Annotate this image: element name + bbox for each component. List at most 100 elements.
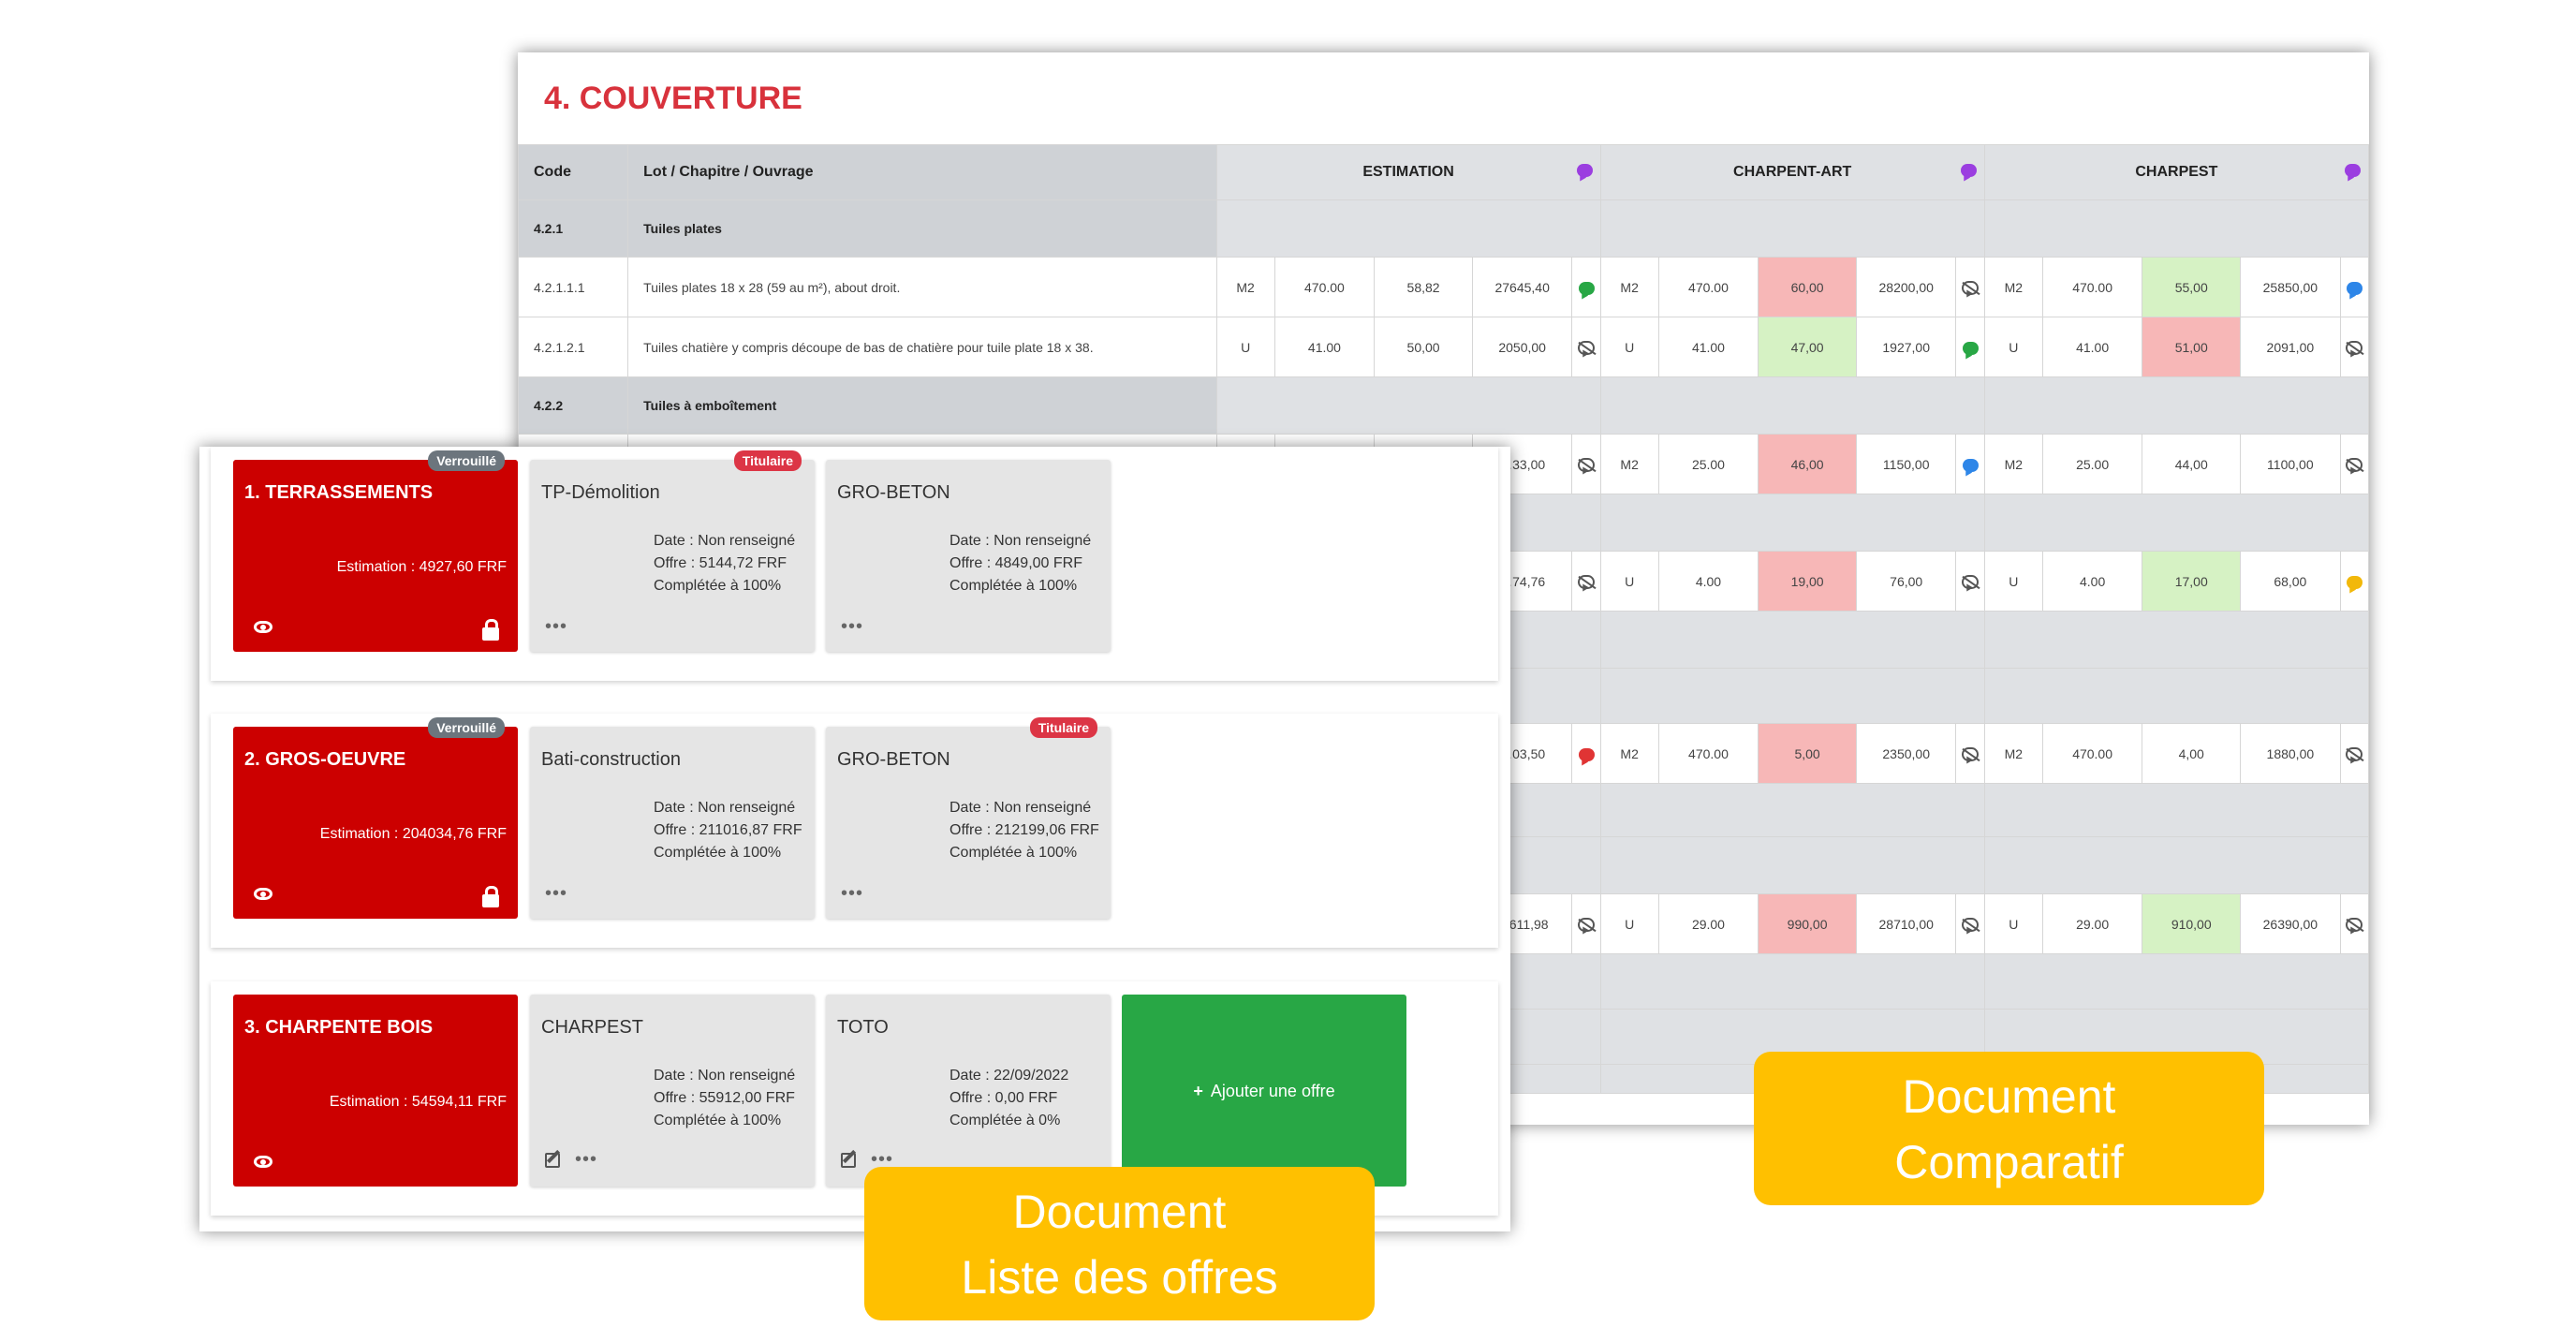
qty-cell: 470.00 <box>1273 257 1376 317</box>
table-row: 4.2.1.2.1 Tuiles chatière y compris décou… <box>518 317 2369 377</box>
price-cell: 44,00 <box>2142 434 2242 494</box>
offer-completion: Complétée à 100% <box>949 578 1078 594</box>
no-comment-icon[interactable] <box>1578 457 1595 472</box>
col-header-company: ESTIMATION <box>1215 144 1601 200</box>
lot-card[interactable]: 3. CHARPENTE BOIS Estimation : 54594,11 F… <box>233 995 518 1187</box>
offer-date: Date : Non renseigné <box>654 533 796 549</box>
edit-icon[interactable] <box>545 1153 560 1168</box>
no-comment-icon[interactable] <box>2346 457 2363 472</box>
more-options-icon[interactable]: ••• <box>841 884 863 903</box>
locked-badge: Verrouillé <box>428 450 505 471</box>
qty-cell: 470.00 <box>2041 257 2143 317</box>
price-cell: 55,00 <box>2142 257 2242 317</box>
comment-icon[interactable] <box>1578 747 1595 761</box>
comment-cell[interactable] <box>1571 893 1601 954</box>
no-comment-icon[interactable] <box>1578 917 1595 932</box>
comment-icon[interactable] <box>2345 164 2361 177</box>
comment-cell[interactable] <box>1955 551 1985 612</box>
lock-icon[interactable] <box>482 619 499 641</box>
offer-completion: Complétée à 0% <box>949 1113 1061 1128</box>
comment-cell[interactable] <box>2339 257 2369 317</box>
comment-cell[interactable] <box>2339 317 2369 377</box>
eye-icon[interactable] <box>254 621 272 633</box>
unit-cell: U <box>1983 893 2043 954</box>
unit-cell: U <box>1599 317 1659 377</box>
eye-icon[interactable] <box>254 1156 272 1168</box>
no-comment-icon[interactable] <box>1962 574 1980 589</box>
offer-amount: Offre : 0,00 FRF <box>949 1090 1058 1106</box>
no-comment-icon[interactable] <box>2346 746 2363 761</box>
comment-icon[interactable] <box>2346 281 2363 295</box>
comment-cell[interactable] <box>1955 434 1985 494</box>
no-comment-icon[interactable] <box>1578 340 1595 355</box>
qty-cell: 4.00 <box>2041 551 2143 612</box>
no-comment-icon[interactable] <box>1962 917 1980 932</box>
comment-cell[interactable] <box>1571 551 1601 612</box>
offer-company-name: TOTO <box>837 1017 889 1038</box>
comment-cell[interactable] <box>1955 257 1985 317</box>
unit-cell: M2 <box>1599 434 1659 494</box>
page-title: 4. COUVERTURE <box>544 81 802 116</box>
comment-cell[interactable] <box>1571 723 1601 784</box>
lot-name: 1. TERRASSEMENTS <box>244 482 434 503</box>
no-comment-icon[interactable] <box>1962 746 1980 761</box>
comment-cell[interactable] <box>2339 551 2369 612</box>
more-options-icon[interactable]: ••• <box>841 617 863 636</box>
comment-cell[interactable] <box>1955 723 1985 784</box>
total-cell: 25850,00 <box>2240 257 2341 317</box>
offer-card[interactable]: CHARPEST Date : Non renseigné Offre : 5591… <box>530 995 815 1187</box>
price-cell: 17,00 <box>2142 551 2242 612</box>
comment-cell[interactable] <box>1571 257 1601 317</box>
group-filler <box>1983 836 2369 894</box>
unit-cell: U <box>1599 893 1659 954</box>
item-label: Tuiles chatière y compris découpe de bas… <box>627 317 1217 377</box>
price-cell: 4,00 <box>2142 723 2242 784</box>
more-options-icon[interactable]: ••• <box>545 884 567 903</box>
group-filler <box>1599 611 1985 669</box>
comment-icon[interactable] <box>1578 281 1595 295</box>
comment-icon[interactable] <box>2346 575 2363 589</box>
callout-liste-offres: Document Liste des offres <box>864 1167 1375 1320</box>
comment-cell[interactable] <box>1571 317 1601 377</box>
lock-icon[interactable] <box>482 886 499 907</box>
comment-cell[interactable] <box>2339 893 2369 954</box>
eye-icon[interactable] <box>254 888 272 900</box>
more-options-icon[interactable]: ••• <box>545 617 567 636</box>
no-comment-icon[interactable] <box>2346 917 2363 932</box>
add-offer-button[interactable]: + Ajouter une offre <box>1122 995 1406 1187</box>
lot-card[interactable]: 1. TERRASSEMENTS Estimation : 4927,60 FRF… <box>233 450 518 652</box>
callout-line: Document <box>1012 1186 1227 1238</box>
no-comment-icon[interactable] <box>1578 574 1595 589</box>
offer-card[interactable]: TP-Démolition Date : Non renseigné Offre :… <box>530 450 815 652</box>
price-cell: 51,00 <box>2142 317 2242 377</box>
comment-cell[interactable] <box>1955 317 1985 377</box>
offer-card[interactable]: GRO-BETON Date : Non renseigné Offre : 484… <box>826 460 1111 652</box>
comment-cell[interactable] <box>1571 434 1601 494</box>
edit-icon[interactable] <box>841 1153 856 1168</box>
offer-card[interactable]: GRO-BETON Date : Non renseigné Offre : 212… <box>826 717 1111 919</box>
more-options-icon[interactable]: ••• <box>871 1150 893 1169</box>
more-options-icon[interactable]: ••• <box>575 1150 597 1169</box>
no-comment-icon[interactable] <box>1962 280 1980 295</box>
qty-cell: 25.00 <box>1657 434 1759 494</box>
comment-icon[interactable] <box>1576 164 1593 177</box>
comment-cell[interactable] <box>1955 893 1985 954</box>
comment-icon[interactable] <box>1962 341 1979 355</box>
offer-completion: Complétée à 100% <box>654 845 782 861</box>
comment-icon[interactable] <box>1960 164 1977 177</box>
no-comment-icon[interactable] <box>2346 340 2363 355</box>
unit-cell: M2 <box>1983 723 2043 784</box>
qty-cell: 41.00 <box>1657 317 1759 377</box>
comment-cell[interactable] <box>2339 434 2369 494</box>
offer-card[interactable]: Bati-construction Date : Non renseigné Off… <box>530 727 815 919</box>
group-filler <box>1983 953 2369 1010</box>
comment-icon[interactable] <box>1962 458 1979 472</box>
offer-date: Date : Non renseigné <box>654 800 796 816</box>
comment-cell[interactable] <box>2339 723 2369 784</box>
col-header-company: CHARPEST <box>1983 144 2369 200</box>
lot-card[interactable]: 2. GROS-OEUVRE Estimation : 204034,76 FRF… <box>233 717 518 919</box>
col-header-code: Code <box>518 144 629 200</box>
unit-cell: M2 <box>1215 257 1275 317</box>
qty-cell: 41.00 <box>1273 317 1376 377</box>
offer-card[interactable]: TOTO Date : 22/09/2022 Offre : 0,00 FRF Com… <box>826 995 1111 1187</box>
